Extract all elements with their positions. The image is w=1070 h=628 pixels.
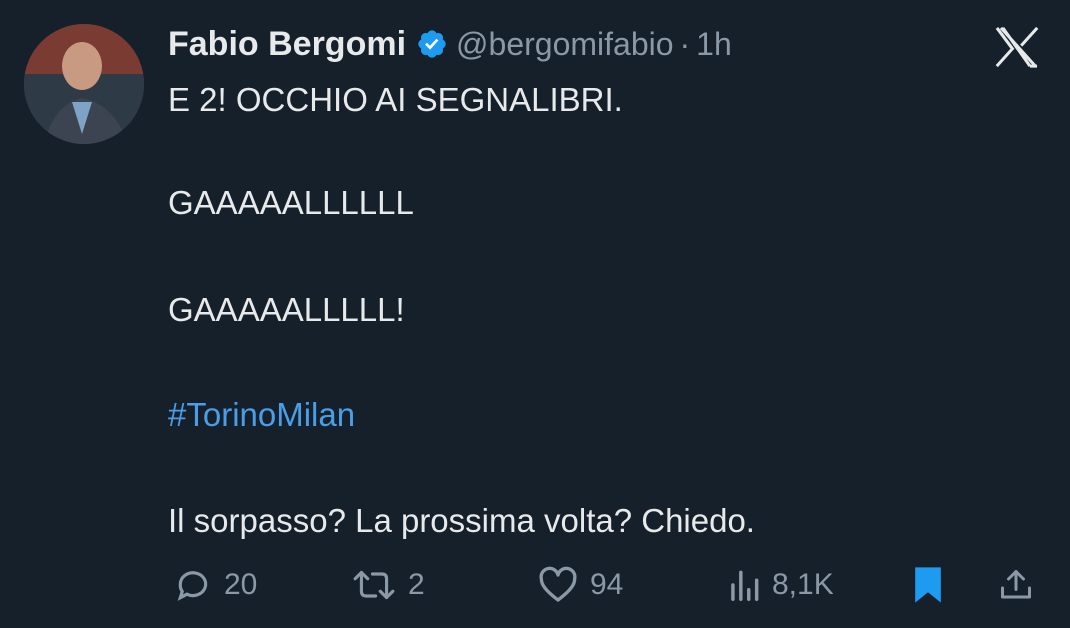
reply-button[interactable]: 20: [174, 560, 257, 610]
reply-count: 20: [224, 568, 258, 601]
verified-badge-icon: [418, 30, 446, 58]
views-count: 8,1K: [772, 568, 834, 601]
tweet-line-1: E 2! OCCHIO AI SEGNALIBRI.: [168, 81, 623, 118]
author-name[interactable]: Fabio Bergomi: [168, 25, 406, 64]
bookmark-icon: [915, 567, 941, 603]
retweet-button[interactable]: 2: [352, 560, 425, 610]
tweet-line-5: Il sorpasso? La prossima volta? Chiedo.: [168, 502, 755, 539]
like-icon: [539, 566, 577, 602]
bookmark-button[interactable]: [912, 560, 944, 610]
author-handle[interactable]: @bergomifabio: [456, 26, 673, 63]
x-logo-icon: [995, 26, 1039, 68]
tweet-line-3: GAAAAALLLLL!: [168, 291, 405, 328]
views-button[interactable]: 8,1K: [728, 560, 834, 610]
reply-icon: [177, 571, 208, 601]
avatar[interactable]: [24, 24, 144, 144]
tweet-line-2: GAAAAALLLLLL: [168, 184, 414, 221]
retweet-icon: [353, 570, 395, 600]
share-icon: [1001, 570, 1031, 599]
like-count: 94: [590, 568, 624, 601]
tweet-actions: 20 2 94 8,1K: [168, 560, 1048, 610]
views-icon: [731, 570, 759, 601]
share-button[interactable]: [998, 560, 1034, 610]
hashtag-link[interactable]: #TorinoMilan: [168, 395, 355, 435]
timestamp[interactable]: 1h: [696, 26, 732, 63]
retweet-count: 2: [408, 568, 425, 601]
separator-dot: ·: [679, 25, 691, 62]
like-button[interactable]: 94: [538, 560, 623, 610]
tweet-header: Fabio Bergomi @bergomifabio · 1h: [168, 22, 732, 66]
avatar-image: [24, 24, 144, 144]
